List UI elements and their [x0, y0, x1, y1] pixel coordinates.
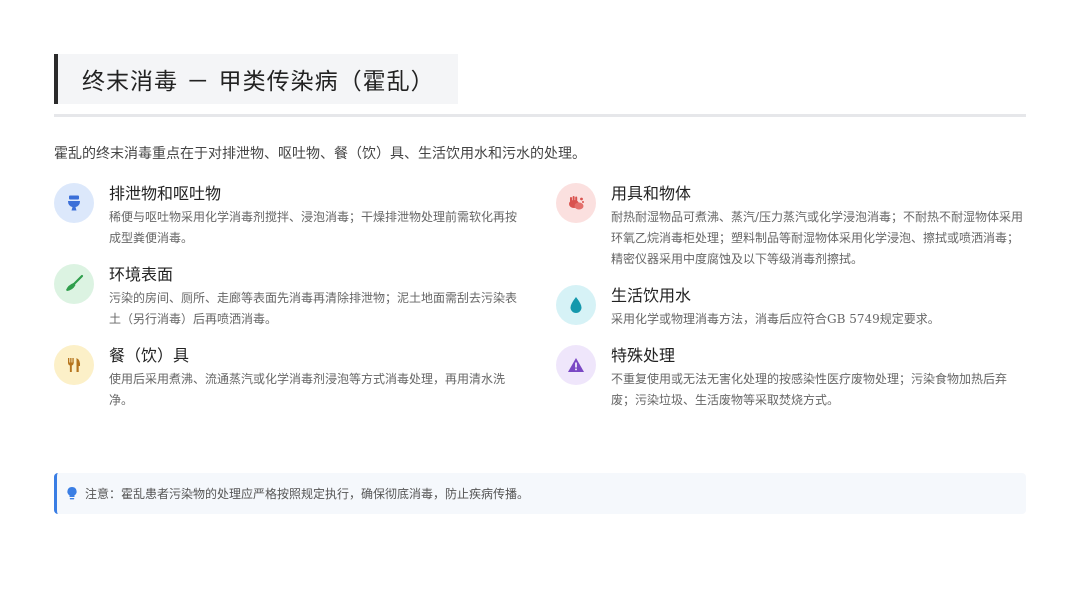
intro-text: 霍乱的终末消毒重点在于对排泄物、呕吐物、餐（饮）具、生活饮用水和污水的处理。	[54, 146, 586, 162]
item-title: 环境表面	[109, 265, 174, 284]
item-objects: 用具和物体 耐热耐湿物品可煮沸、蒸汽/压力蒸汽或化学浸泡消毒；不耐热不耐湿物体采…	[556, 183, 1026, 270]
item-desc: 污染的房间、厕所、走廊等表面先消毒再清除排泄物；泥土地面需刮去污染表土（另行消毒…	[109, 291, 518, 326]
item-title: 排泄物和呕吐物	[109, 184, 222, 203]
item-surfaces: 环境表面 污染的房间、厕所、走廊等表面先消毒再清除排泄物；泥土地面需刮去污染表土…	[54, 264, 524, 330]
item-desc: 不重复使用或无法无害化处理的按感染性医疗废物处理；污染食物加热后弃废；污染垃圾、…	[611, 372, 1008, 407]
lightbulb-icon	[67, 486, 77, 499]
title-box: 终末消毒 － 甲类传染病（霍乱）	[54, 54, 458, 104]
item-drinking-water: 生活饮用水 采用化学或物理消毒方法，消毒后应符合GB 5749规定要求。	[556, 285, 1026, 330]
item-title: 生活饮用水	[611, 286, 692, 305]
item-desc: 稀便与呕吐物采用化学消毒剂搅拌、浸泡消毒；干燥排泄物处理前需软化再按成型粪便消毒…	[109, 210, 518, 245]
page-title: 终末消毒 － 甲类传染病（霍乱）	[82, 69, 435, 95]
utensils-icon	[54, 345, 94, 385]
water-drop-icon	[556, 285, 596, 325]
warning-icon	[556, 345, 596, 385]
toilet-icon	[54, 183, 94, 223]
item-title: 用具和物体	[611, 184, 692, 203]
divider	[54, 114, 1026, 117]
note-box: 注意：霍乱患者污染物的处理应严格按照规定执行，确保彻底消毒，防止疾病传播。	[54, 473, 1026, 514]
hands-icon	[556, 183, 596, 223]
item-desc: 使用后采用煮沸、流通蒸汽或化学消毒剂浸泡等方式消毒处理，再用清水洗净。	[109, 372, 506, 407]
item-special: 特殊处理 不重复使用或无法无害化处理的按感染性医疗废物处理；污染食物加热后弃废；…	[556, 345, 1026, 411]
broom-icon	[54, 264, 94, 304]
item-desc: 耐热耐湿物品可煮沸、蒸汽/压力蒸汽或化学浸泡消毒；不耐热不耐湿物体采用环氧乙烷消…	[611, 210, 1024, 266]
item-title: 餐（饮）具	[109, 346, 190, 365]
item-excreta: 排泄物和呕吐物 稀便与呕吐物采用化学消毒剂搅拌、浸泡消毒；干燥排泄物处理前需软化…	[54, 183, 524, 249]
item-tableware: 餐（饮）具 使用后采用煮沸、流通蒸汽或化学消毒剂浸泡等方式消毒处理，再用清水洗净…	[54, 345, 524, 411]
note-text: 注意：霍乱患者污染物的处理应严格按照规定执行，确保彻底消毒，防止疾病传播。	[85, 487, 530, 501]
item-title: 特殊处理	[611, 346, 676, 365]
item-desc: 采用化学或物理消毒方法，消毒后应符合GB 5749规定要求。	[611, 312, 940, 326]
